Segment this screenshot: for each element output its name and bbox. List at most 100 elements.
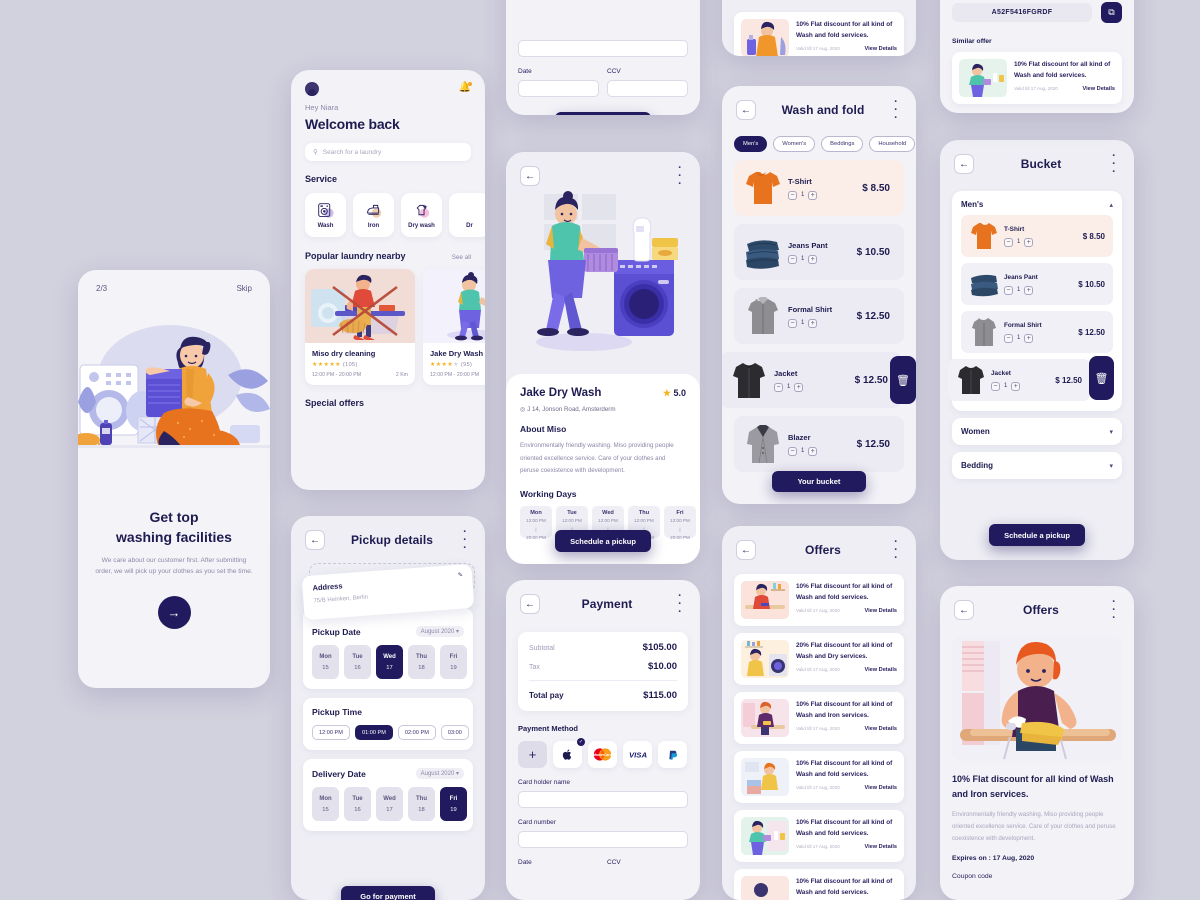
time-option[interactable]: 12:00 PM (312, 725, 350, 740)
avatar[interactable] (305, 82, 319, 96)
item-row[interactable]: Formal Shirt − 1 + $ 12.50 (734, 288, 904, 344)
more-options-icon[interactable]: · · · (459, 527, 471, 554)
view-details-link[interactable]: View Details (864, 785, 897, 791)
view-details-link[interactable]: View Details (1082, 86, 1115, 92)
quantity-stepper[interactable]: − 1 + (1004, 237, 1083, 247)
quantity-stepper[interactable]: − 1 + (1004, 333, 1078, 343)
decrease-button[interactable]: − (788, 190, 797, 200)
bucket-item[interactable]: T-Shirt − 1 + $ 8.50 (961, 215, 1113, 257)
offer-card[interactable]: 10% Flat discount for all kind of Wash a… (952, 52, 1122, 104)
quantity-stepper[interactable]: − 1 + (991, 381, 1055, 391)
chevron-down-icon[interactable]: ▾ (1109, 428, 1113, 436)
item-row[interactable]: T-Shirt − 1 + $ 8.50 (734, 160, 904, 216)
decrease-button[interactable]: − (1004, 285, 1013, 295)
offer-card[interactable]: 10% Flat discount for all kind of Wash a… (734, 12, 904, 56)
increase-button[interactable]: + (1024, 237, 1034, 247)
offer-card[interactable]: 10% Flat discount for all kind of Wash a… (734, 869, 904, 900)
more-options-icon[interactable]: · · · (890, 97, 902, 124)
decrease-button[interactable]: − (1004, 237, 1013, 247)
quantity-stepper[interactable]: − 1 + (1004, 285, 1078, 295)
edit-pencil-icon[interactable]: ✎ (458, 571, 463, 578)
payment-method-paypal[interactable] (658, 741, 687, 768)
bucket-group-women[interactable]: Women ▾ (952, 418, 1122, 445)
laundry-card[interactable]: Jake Dry Wash ★★★★★ (95) 12:00 PM - 20:00… (423, 269, 485, 385)
ccv-input[interactable] (607, 80, 688, 97)
view-details-link[interactable]: View Details (864, 726, 897, 732)
laundry-card[interactable]: Miso dry cleaning ★★★★★ (105) 12:00 PM - … (305, 269, 415, 385)
schedule-pickup-button[interactable]: Schedule a pickup (989, 524, 1085, 546)
delete-item-button[interactable]: 🗑 (890, 356, 916, 404)
offer-card[interactable]: 10% Flat discount for all kind of Wash a… (734, 574, 904, 626)
more-options-icon[interactable]: · · · (1108, 597, 1120, 624)
copy-icon[interactable]: ⧉ (1101, 2, 1122, 23)
add-payment-method-button[interactable]: + (518, 741, 547, 768)
date-option-selected[interactable]: Wed 17 (376, 645, 403, 679)
payment-method-visa[interactable]: VISA (623, 741, 652, 768)
service-item-dry-wash[interactable]: Dry wash (401, 193, 442, 237)
item-row[interactable]: Jacket − 1 + $ 12.50 🗑 (722, 352, 916, 408)
payment-method-mastercard[interactable]: MasterCard (588, 741, 617, 768)
schedule-pickup-button[interactable]: Schedule a pickup (555, 530, 651, 552)
more-options-icon[interactable]: · · · (1108, 151, 1120, 178)
date-option[interactable]: Mon 15 (312, 645, 339, 679)
quantity-stepper[interactable]: − 1 + (774, 382, 855, 392)
service-item-dry-clean[interactable]: Dr (449, 193, 485, 237)
quantity-stepper[interactable]: − 1 + (788, 254, 857, 264)
increase-button[interactable]: + (808, 254, 818, 264)
back-button[interactable]: ← (520, 166, 540, 186)
offer-card[interactable]: 10% Flat discount for all kind of Wash a… (734, 810, 904, 862)
decrease-button[interactable]: − (788, 446, 797, 456)
back-button[interactable]: ← (954, 600, 974, 620)
see-all-link[interactable]: See all (452, 254, 471, 261)
item-row[interactable]: Blazer − 1 + $ 12.50 (734, 416, 904, 472)
date-option-selected[interactable]: Fri 19 (440, 787, 467, 821)
bucket-item[interactable]: Formal Shirt − 1 + $ 12.50 (961, 311, 1113, 353)
decrease-button[interactable]: − (1004, 333, 1013, 343)
tab-mens[interactable]: Men's (734, 136, 768, 152)
quantity-stepper[interactable]: − 1 + (788, 446, 857, 456)
chevron-down-icon[interactable]: ▾ (1109, 462, 1113, 470)
service-item-iron[interactable]: Iron (353, 193, 394, 237)
delivery-month-select[interactable]: August 2020 ▾ (415, 768, 464, 779)
date-option[interactable]: Wed 17 (376, 787, 403, 821)
card-number-input[interactable] (518, 831, 688, 848)
search-input[interactable]: ⚲ Search for a laundry (305, 143, 471, 161)
date-input[interactable] (518, 80, 599, 97)
delete-item-button[interactable]: 🗑 (1089, 356, 1114, 400)
date-option[interactable]: Thu 18 (408, 787, 435, 821)
increase-button[interactable]: + (1024, 333, 1034, 343)
more-options-icon[interactable]: · · · (674, 163, 686, 190)
decrease-button[interactable]: − (774, 382, 783, 392)
date-option[interactable]: Mon 15 (312, 787, 339, 821)
more-options-icon[interactable]: · · · (674, 591, 686, 618)
card-number-input[interactable] (518, 40, 688, 57)
time-option[interactable]: 03:00 (440, 725, 469, 740)
confirm-payment-button[interactable]: Confirm payment (555, 112, 651, 115)
bucket-item[interactable]: Jeans Pant − 1 + $ 10.50 (961, 263, 1113, 305)
time-option-selected[interactable]: 01:00 PM (354, 725, 393, 740)
decrease-button[interactable]: − (991, 381, 1000, 391)
increase-button[interactable]: + (808, 446, 818, 456)
date-option[interactable]: Fri 19 (440, 645, 467, 679)
view-details-link[interactable]: View Details (864, 844, 897, 850)
tab-household[interactable]: Household (869, 136, 916, 152)
tab-beddings[interactable]: Beddings (821, 136, 864, 152)
date-option[interactable]: Tue 16 (344, 787, 371, 821)
time-option[interactable]: 02:00 PM (397, 725, 436, 740)
date-option[interactable]: Tue 16 (344, 645, 371, 679)
offer-card[interactable]: 10% Flat discount for all kind of Wash a… (734, 692, 904, 744)
view-details-link[interactable]: View Details (864, 608, 897, 614)
view-details-link[interactable]: View Details (864, 46, 897, 52)
bucket-group-bedding[interactable]: Bedding ▾ (952, 452, 1122, 479)
date-option[interactable]: Thu 18 (408, 645, 435, 679)
view-details-link[interactable]: View Details (864, 667, 897, 673)
decrease-button[interactable]: − (788, 254, 797, 264)
your-bucket-button[interactable]: Your bucket (772, 471, 866, 492)
back-button[interactable]: ← (954, 154, 974, 174)
notification-bell-icon[interactable]: 🔔 (459, 82, 472, 93)
quantity-stepper[interactable]: − 1 + (788, 190, 862, 200)
back-button[interactable]: ← (736, 100, 756, 120)
back-button[interactable]: ← (520, 594, 540, 614)
increase-button[interactable]: + (1024, 285, 1034, 295)
offer-card[interactable]: 20% Flat discount for all kind of Wash a… (734, 633, 904, 685)
